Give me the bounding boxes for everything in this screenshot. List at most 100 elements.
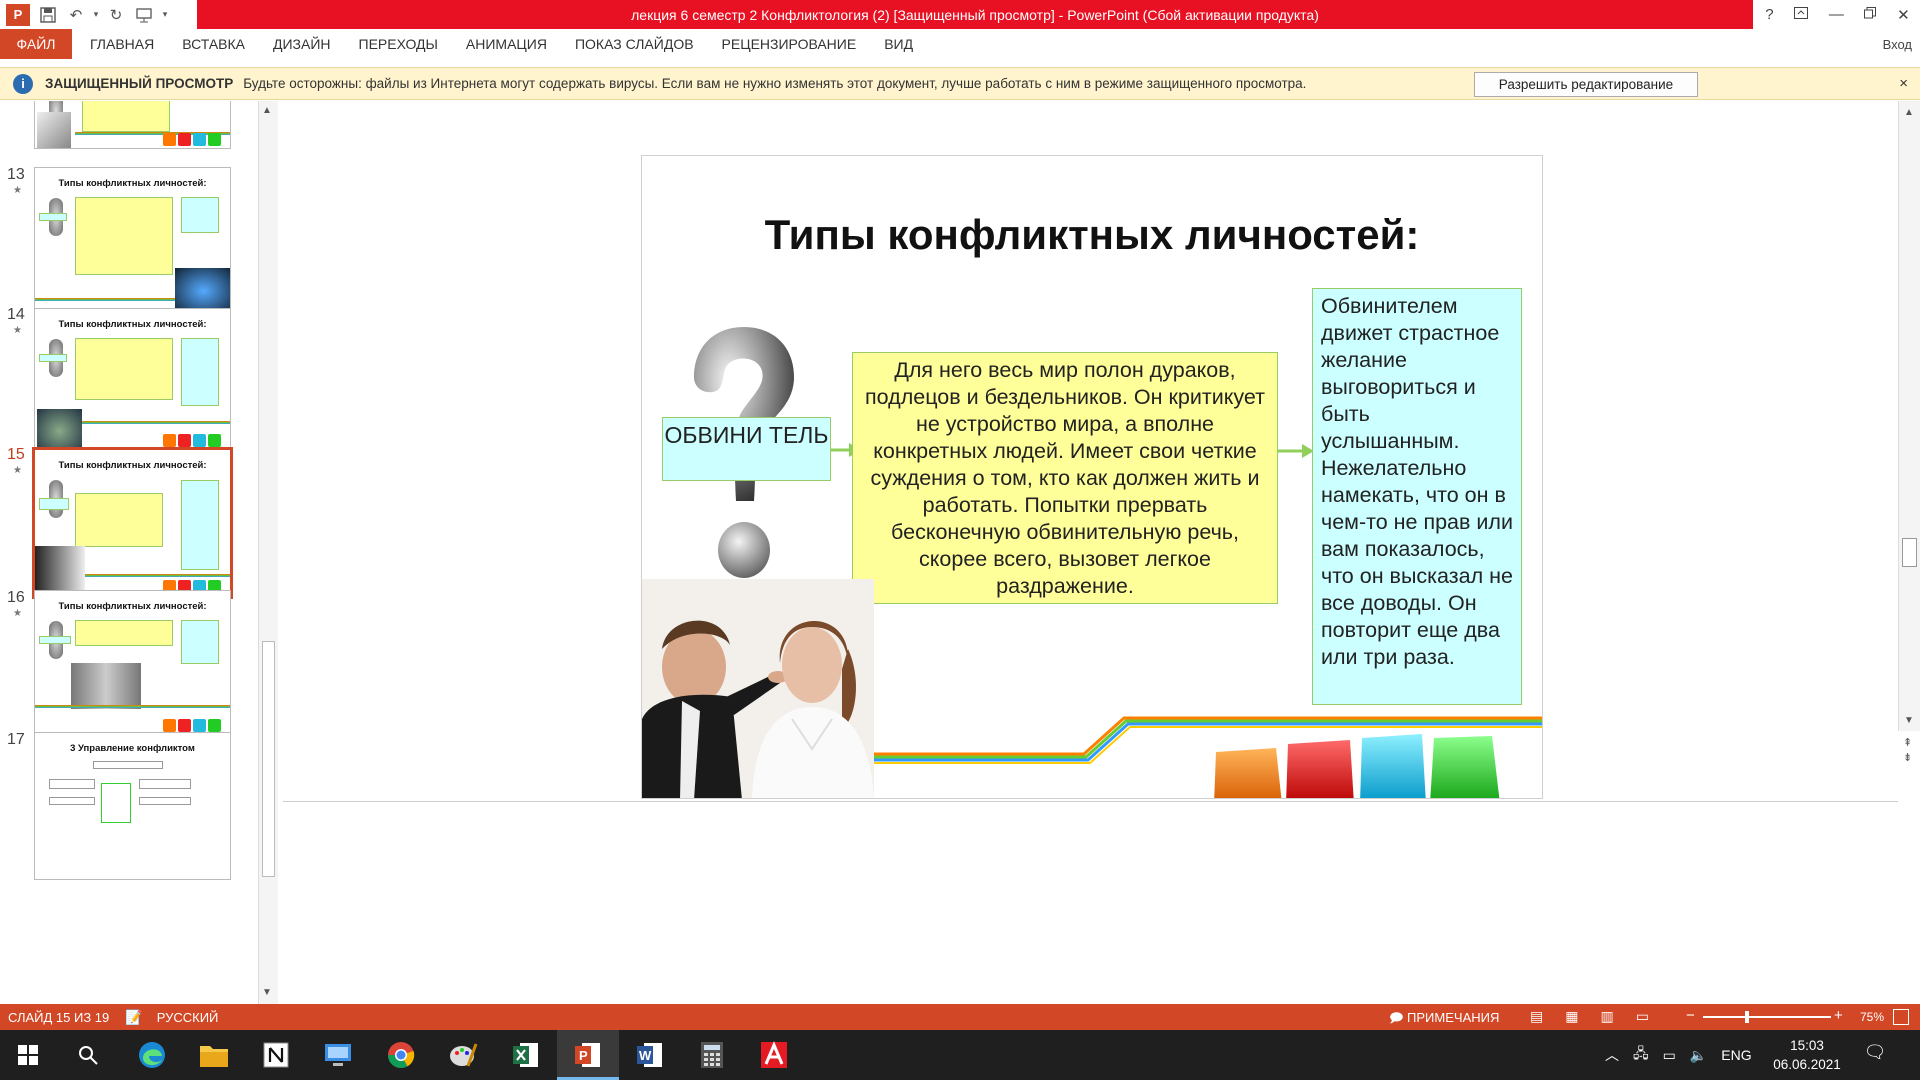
tab-home[interactable]: ГЛАВНАЯ — [90, 36, 154, 52]
search-icon[interactable] — [70, 1037, 106, 1073]
file-explorer-icon[interactable] — [196, 1037, 232, 1073]
battery-icon[interactable]: ▭ — [1663, 1047, 1676, 1064]
thumbnail-title: Типы конфликтных личностей: — [58, 601, 207, 612]
signin-link[interactable]: Вход — [1883, 37, 1912, 52]
thumbnail-diagram — [139, 779, 191, 789]
volume-icon[interactable]: 🔈 — [1690, 1047, 1707, 1064]
notion-icon[interactable] — [258, 1037, 294, 1073]
slide-thumbnail-14[interactable]: Типы конфликтных личностей: — [34, 308, 231, 456]
chrome-icon[interactable] — [383, 1037, 419, 1073]
scrollbar-thumb[interactable] — [1902, 538, 1917, 567]
word-icon[interactable]: W — [632, 1037, 668, 1073]
remote-desktop-icon[interactable] — [320, 1037, 356, 1073]
paint-icon[interactable] — [445, 1037, 481, 1073]
network-icon[interactable]: 🖧 — [1633, 1043, 1649, 1067]
view-buttons: ▤ ▦ ▥ ▭ — [1530, 1008, 1649, 1025]
close-icon[interactable]: × — [1899, 75, 1908, 92]
minimize-icon[interactable]: — — [1829, 6, 1844, 23]
windows-start-icon[interactable] — [10, 1037, 46, 1073]
close-window-icon[interactable]: ✕ — [1897, 6, 1910, 24]
slide-thumbnails-pane: 13 ★ Типы конфликтных личностей: 14 ★ Ти… — [0, 101, 262, 1004]
scroll-down-icon[interactable]: ▼ — [262, 987, 272, 998]
tab-review[interactable]: РЕЦЕНЗИРОВАНИЕ — [722, 36, 857, 52]
slide-scrollbar[interactable]: ▲ ▼ — [1898, 101, 1920, 731]
tab-animations[interactable]: АНИМАЦИЯ — [466, 36, 547, 52]
normal-view-icon[interactable]: ▤ — [1530, 1008, 1543, 1025]
zoom-slider[interactable] — [1703, 1016, 1831, 1018]
language-indicator[interactable]: РУССКИЙ — [157, 1010, 219, 1025]
scroll-up-icon[interactable]: ▲ — [1904, 107, 1914, 118]
current-slide[interactable]: Типы конфликтных личностей: ОБВИНИ ТЕЛЬ … — [641, 155, 1543, 799]
scroll-down-icon[interactable]: ▼ — [1904, 715, 1914, 726]
accusation-photo — [642, 579, 874, 798]
thumbnail-text-box — [181, 480, 219, 570]
show-hidden-icons-icon[interactable]: ︿ — [1605, 1045, 1619, 1065]
thumbnail-image — [37, 112, 71, 148]
customize-toolbar-icon[interactable]: ▾ — [158, 0, 172, 29]
notes-label: ПРИМЕЧАНИЯ — [1407, 1010, 1500, 1025]
zoom-slider-thumb[interactable] — [1744, 1011, 1749, 1023]
thumbnail-cubes — [163, 133, 221, 146]
slide-navigation: ⇞ ⇟ — [1903, 736, 1912, 766]
redo-icon[interactable]: ↻ — [102, 0, 130, 29]
fit-slide-icon[interactable] — [1893, 1009, 1909, 1025]
previous-slide-icon[interactable]: ⇞ — [1903, 736, 1912, 751]
calculator-icon[interactable] — [694, 1037, 730, 1073]
tab-file[interactable]: ФАЙЛ — [0, 29, 72, 59]
enable-editing-button[interactable]: Разрешить редактирование — [1474, 72, 1698, 97]
thumbnail-scrollbar[interactable]: ▲ ▼ — [258, 101, 278, 1004]
tab-view[interactable]: ВИД — [884, 36, 913, 52]
thumbnail-diagram — [139, 797, 191, 805]
powerpoint-logo-icon: P — [6, 3, 30, 26]
powerpoint-taskbar-icon[interactable]: P — [570, 1037, 606, 1073]
slide-thumbnail-16[interactable]: Типы конфликтных личностей: — [34, 590, 231, 738]
save-icon[interactable] — [34, 0, 62, 29]
scroll-up-icon[interactable]: ▲ — [262, 105, 272, 116]
slide-counter[interactable]: СЛАЙД 15 ИЗ 19 — [8, 1010, 109, 1025]
spellcheck-icon[interactable]: 📝 — [125, 1009, 142, 1026]
next-slide-icon[interactable]: ⇟ — [1903, 751, 1912, 766]
clock-time: 15:03 — [1790, 1038, 1824, 1053]
reading-view-icon[interactable]: ▥ — [1600, 1008, 1613, 1025]
scrollbar-thumb[interactable] — [262, 641, 275, 877]
help-icon[interactable]: ? — [1765, 6, 1773, 23]
undo-dropdown-icon[interactable]: ▾ — [90, 0, 102, 29]
notes-button[interactable]: 🗩 ПРИМЕЧАНИЯ — [1389, 1009, 1499, 1031]
thumbnail-diagram — [101, 783, 131, 823]
slide-thumbnail-13[interactable]: Типы конфликтных личностей: — [34, 167, 231, 315]
excel-icon[interactable] — [508, 1037, 544, 1073]
thumbnail-number: 17 — [7, 731, 25, 748]
thumbnail-text-box — [75, 620, 173, 646]
slide-thumbnail-15[interactable]: Типы конфликтных личностей: — [32, 447, 233, 599]
thumbnail-label — [39, 213, 67, 221]
slideshow-view-icon[interactable]: ▭ — [1636, 1008, 1649, 1025]
zoom-out-icon[interactable]: − — [1686, 1007, 1695, 1024]
ribbon-display-options-icon[interactable] — [1794, 6, 1809, 23]
zoom-level[interactable]: 75% — [1860, 1010, 1884, 1024]
thumbnail-diagram — [49, 797, 95, 805]
thumbnail-number: 15 — [7, 446, 25, 463]
restore-icon[interactable] — [1864, 6, 1877, 23]
tab-slideshow[interactable]: ПОКАЗ СЛАЙДОВ — [575, 36, 694, 52]
thumbnail-title: 3 Управление конфликтом — [70, 743, 195, 754]
notes-pane-divider[interactable] — [283, 801, 1898, 802]
system-clock[interactable]: 15:03 06.06.2021 — [1767, 1036, 1847, 1074]
slide-sorter-icon[interactable]: ▦ — [1565, 1008, 1578, 1025]
undo-icon[interactable]: ↶ — [62, 0, 90, 29]
notification-center-icon[interactable]: 🗨 — [1862, 1042, 1888, 1068]
start-slideshow-icon[interactable] — [130, 0, 158, 29]
slide-thumbnail-17[interactable]: 3 Управление конфликтом — [34, 732, 231, 880]
tab-insert[interactable]: ВСТАВКА — [182, 36, 245, 52]
tab-design[interactable]: ДИЗАЙН — [273, 36, 331, 52]
slide-thumbnail-12[interactable] — [34, 101, 231, 149]
tab-transitions[interactable]: ПЕРЕХОДЫ — [359, 36, 438, 52]
protected-view-message: Будьте осторожны: файлы из Интернета мог… — [243, 76, 1307, 91]
input-language[interactable]: ENG — [1721, 1047, 1751, 1063]
info-icon: i — [13, 73, 33, 94]
advice-text-box: Обвинителем движет страстное желание выг… — [1312, 288, 1522, 705]
autocad-icon[interactable] — [756, 1037, 792, 1073]
animation-star-icon: ★ — [13, 608, 22, 619]
zoom-in-icon[interactable]: + — [1834, 1007, 1843, 1024]
edge-browser-icon[interactable] — [134, 1037, 170, 1073]
thumbnail-diagram — [49, 779, 95, 789]
